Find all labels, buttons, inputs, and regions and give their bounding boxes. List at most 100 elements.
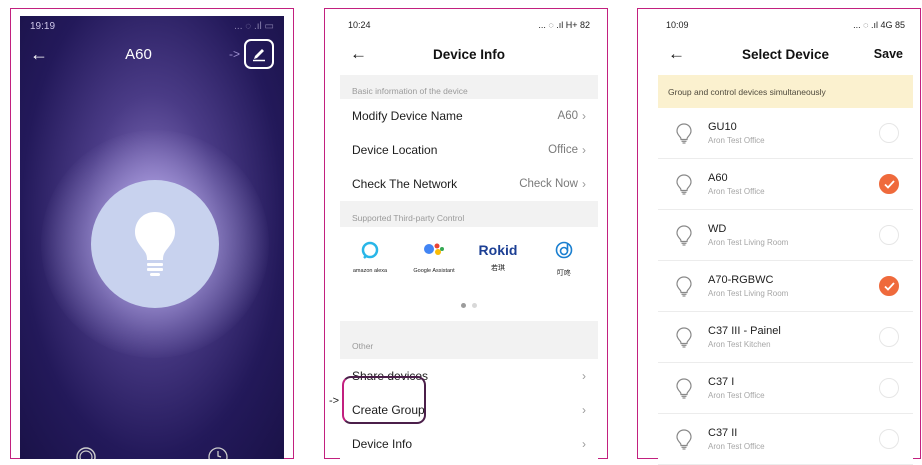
device-row[interactable]: A70-RGBWC Aron Test Living Room [658,261,913,312]
device-location: Aron Test Living Room [708,289,789,298]
row-device-location[interactable]: Device Location Office › [340,133,598,167]
device-name: A60 [708,172,728,184]
device-row[interactable]: C37 I Aron Test Office [658,363,913,414]
status-bar: 10:24 ... ◌ .ıl H+ 82 [340,16,598,33]
status-icons: ... ◌ .ıl H+ 82 [538,19,590,30]
chevron-right-icon: › [582,177,586,191]
lightbulb-outline-icon [676,276,692,297]
bottom-bar [20,445,284,459]
google-assistant-item[interactable]: Google Assistant [404,241,464,274]
alexa-logo-icon [361,241,379,259]
checkmark-icon [883,179,895,189]
status-time: 10:09 [666,19,689,30]
lightbulb-outline-icon [676,378,692,399]
checkmark-icon [883,281,895,291]
row-label: Device Info [352,437,413,451]
section-label-basic: Basic information of the device [352,86,468,96]
dingdong-caption: 叮咚 [557,270,571,277]
status-time: 19:19 [30,20,56,32]
section-label-third-party: Supported Third-party Control [352,213,465,223]
device-control-screen: 19:19 ... ◌ .ıl ▭ ← A60 -> [20,16,284,459]
select-checkbox[interactable] [879,123,899,143]
page-title: Device Info [432,46,506,62]
google-assistant-logo-icon [424,243,444,255]
lightbulb-outline-icon [676,429,692,450]
row-value: A60 [557,110,578,122]
status-bar: 19:19 ... ◌ .ıl ▭ [20,16,284,36]
third-party-carousel[interactable]: amazon alexa Google Assistant Rokid 若琪 叮… [340,227,598,321]
row-device-info[interactable]: Device Info › [340,427,598,461]
status-icons: ... ◌ .ıl ▭ [234,20,274,32]
device-row[interactable]: C37 III - Painel Aron Test Kitchen [658,312,913,363]
annotation-arrow: -> [329,395,340,407]
section-label-other: Other [352,341,374,351]
power-toggle-button[interactable] [91,180,219,308]
status-icons: ... ◌ .ıl 4G 85 [853,19,905,30]
row-check-network[interactable]: Check The Network Check Now › [340,167,598,201]
header: ← A60 -> [20,36,284,72]
info-banner: Group and control devices simultaneously [658,75,913,108]
back-arrow-icon[interactable]: ← [668,44,685,64]
back-arrow-icon[interactable]: ← [350,44,367,64]
row-value: Office [548,144,578,156]
header: ← Select Device Save [658,33,913,75]
status-time: 10:24 [348,19,371,30]
device-name: GU10 [708,121,737,133]
select-checkbox[interactable] [879,225,899,245]
alexa-item[interactable]: amazon alexa [340,241,400,274]
device-location: Aron Test Office [708,187,765,196]
page-dot [472,303,477,308]
lightbulb-outline-icon [676,225,692,246]
device-location: Aron Test Office [708,391,765,400]
lightbulb-outline-icon [676,174,692,195]
timer-clock-icon[interactable] [208,445,228,459]
device-name: A70-RGBWC [708,274,774,286]
dingdong-logo-icon [555,241,573,259]
select-checkbox-checked[interactable] [879,276,899,296]
select-checkbox[interactable] [879,327,899,347]
device-row[interactable]: WD Aron Test Living Room [658,210,913,261]
lightbulb-icon [135,212,175,276]
row-label: Device Location [352,143,438,157]
page-dot-active [461,303,466,308]
device-row[interactable]: A60 Aron Test Office [658,159,913,210]
device-row[interactable]: GU10 Aron Test Office [658,108,913,159]
device-row[interactable]: C37 II Aron Test Office [658,414,913,465]
save-button[interactable]: Save [874,47,903,61]
select-device-screen: 10:09 ... ◌ .ıl 4G 85 ← Select Device Sa… [658,16,913,465]
back-arrow-icon[interactable]: ← [30,44,48,65]
device-name: C37 I [708,376,735,388]
status-bar: 10:09 ... ◌ .ıl 4G 85 [658,16,913,33]
device-name: C37 III - Painel [708,325,781,337]
create-group-highlight [342,376,426,424]
chevron-right-icon: › [582,369,586,383]
device-name: C37 II [708,427,738,439]
select-checkbox[interactable] [879,429,899,449]
rokid-logo: Rokid [478,242,518,258]
power-mode-icon[interactable] [76,445,96,459]
device-title: A60 [125,45,152,63]
row-label: Check The Network [352,177,458,191]
lightbulb-outline-icon [676,327,692,348]
row-label: Modify Device Name [352,109,463,123]
rokid-caption: 若琪 [491,265,505,272]
chevron-right-icon: › [582,437,586,451]
device-location: Aron Test Kitchen [708,340,771,349]
chevron-right-icon: › [582,109,586,123]
row-modify-device-name[interactable]: Modify Device Name A60 › [340,99,598,133]
chevron-right-icon: › [582,403,586,417]
carousel-page-indicator [340,303,598,308]
alexa-caption: amazon alexa [352,268,388,274]
select-checkbox-checked[interactable] [879,174,899,194]
dingdong-item[interactable]: 叮咚 [534,241,594,278]
pencil-icon [253,49,265,62]
google-assistant-caption: Google Assistant [413,268,455,274]
edit-button[interactable] [244,39,274,69]
chevron-right-icon: › [582,143,586,157]
select-checkbox[interactable] [879,378,899,398]
row-value: Check Now [519,178,578,190]
device-location: Aron Test Office [708,136,765,145]
rokid-item[interactable]: Rokid 若琪 [468,241,528,273]
device-location: Aron Test Office [708,442,765,451]
device-list: GU10 Aron Test Office A60 Aron Test Offi… [658,108,913,465]
